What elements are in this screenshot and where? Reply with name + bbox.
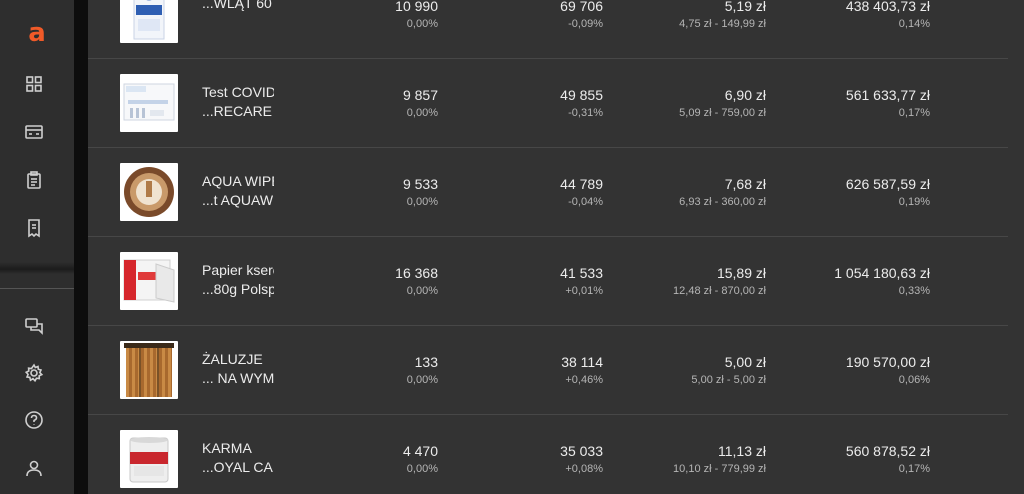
orders-clipboard-icon[interactable]: [22, 168, 46, 192]
stock-cell: 4 470 0,00%: [402, 443, 438, 475]
turnover-cell: 560 878,52 zł 0,17%: [845, 443, 930, 475]
messages-icon[interactable]: [22, 314, 46, 338]
sales-cell: 44 789 -0,04%: [560, 176, 603, 208]
product-thumbnail[interactable]: [120, 430, 178, 488]
sales-cell: 35 033 +0,08%: [560, 443, 603, 475]
table-row[interactable]: AQUA WIPE ...t AQUAWI 9 533 0,00% 44 789 -0…: [88, 148, 1008, 237]
stock-cell: 10 990 0,00%: [395, 0, 438, 30]
product-thumbnail[interactable]: [120, 0, 178, 43]
offers-card-icon[interactable]: [22, 120, 46, 144]
price-cell: 6,90 zł 5,09 zł - 759,00 zł: [679, 87, 766, 119]
dashboard-grid-icon[interactable]: [22, 72, 46, 96]
price-cell: 7,68 zł 6,93 zł - 360,00 zł: [679, 176, 766, 208]
turnover-cell: 1 054 180,63 zł 0,33%: [834, 265, 930, 297]
product-name[interactable]: ŻALUZJE... NA WYM: [202, 350, 274, 388]
app-logo[interactable]: a: [0, 18, 74, 48]
sales-cell: 41 533 +0,01%: [560, 265, 603, 297]
price-cell: 5,00 zł 5,00 zł - 5,00 zł: [691, 354, 766, 386]
turnover-cell: 561 633,77 zł 0,17%: [845, 87, 930, 119]
sales-cell: 38 114 +0,46%: [561, 354, 603, 386]
product-thumbnail[interactable]: [120, 74, 178, 132]
user-profile-icon[interactable]: [22, 456, 46, 480]
sales-cell: 69 706 -0,09%: [560, 0, 603, 30]
price-cell: 11,13 zł 10,10 zł - 779,99 zł: [673, 443, 766, 475]
price-cell: 15,89 zł 12,48 zł - 870,00 zł: [673, 265, 766, 297]
price-cell: 5,19 zł 4,75 zł - 149,99 zł: [679, 0, 766, 30]
product-thumbnail[interactable]: [120, 252, 178, 310]
table-row[interactable]: ...WLĄT 60 10 990 0,00% 69 706 -0,09% 5,19…: [88, 0, 1008, 59]
stock-cell: 9 857 0,00%: [402, 87, 438, 119]
product-thumbnail[interactable]: [120, 163, 178, 221]
help-question-icon[interactable]: [22, 408, 46, 432]
settings-gear-icon[interactable]: [22, 361, 46, 385]
product-name[interactable]: ...WLĄT 60: [202, 0, 274, 13]
product-thumbnail[interactable]: [120, 341, 178, 399]
sidebar-gutter: [74, 0, 88, 494]
table-row[interactable]: Test COVID-...RECARE 1 9 8570,00% 49 855…: [88, 59, 1008, 148]
stock-cell: 16 368 0,00%: [395, 265, 438, 297]
table-row[interactable]: KARMA ...OYAL CA 4 470 0,00% 35 033 +0,08% …: [88, 415, 1008, 494]
invoice-document-icon[interactable]: [22, 216, 46, 240]
sidebar-divider: [0, 288, 74, 289]
product-name[interactable]: AQUA WIPE ...t AQUAWI: [202, 172, 274, 210]
product-name[interactable]: Test COVID-...RECARE 1: [202, 83, 274, 121]
stock-cell: 9 533 0,00%: [402, 176, 438, 208]
turnover-cell: 438 403,73 zł 0,14%: [845, 0, 930, 30]
products-table: ...WLĄT 60 10 990 0,00% 69 706 -0,09% 5,19…: [88, 0, 1024, 494]
turnover-cell: 190 570,00 zł 0,06%: [845, 354, 930, 386]
table-row[interactable]: ŻALUZJE... NA WYM 133 0,00% 38 114 +0,46% …: [88, 326, 1008, 415]
turnover-cell: 626 587,59 zł 0,19%: [845, 176, 930, 208]
product-name[interactable]: KARMA ...OYAL CA: [202, 439, 274, 477]
table-row[interactable]: Papier ksero ...80g Polsp 16 368 0,00% 41 …: [88, 237, 1008, 326]
stock-cell: 133 0,00%: [406, 354, 438, 386]
sidebar-scroll-fade: [0, 262, 74, 274]
product-name[interactable]: Papier ksero ...80g Polsp: [202, 261, 274, 299]
sidebar: a: [0, 0, 74, 494]
sales-cell: 49 855 -0,31%: [560, 87, 603, 119]
